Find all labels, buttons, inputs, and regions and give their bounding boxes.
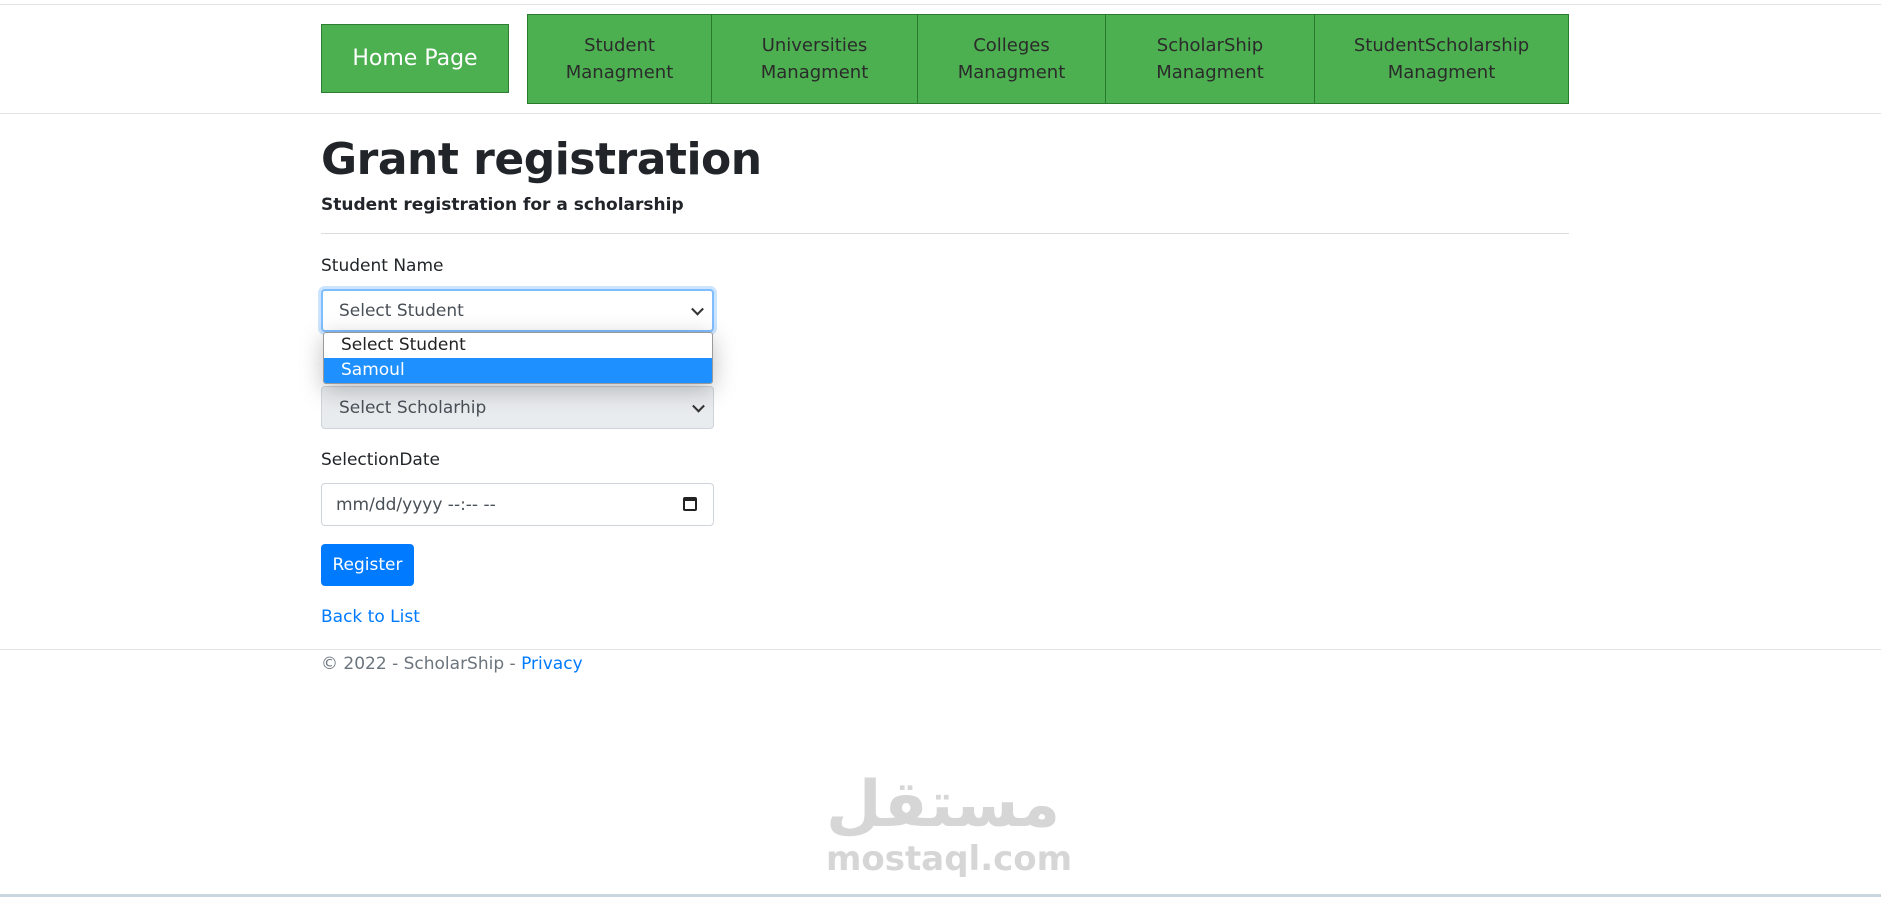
nav-scholarship-managment[interactable]: ScholarShip Managment	[1106, 14, 1315, 104]
footer: © 2022 - ScholarShip - Privacy	[321, 654, 583, 674]
selection-date-label: SelectionDate	[321, 450, 440, 470]
nav-student-managment[interactable]: Student Managment	[527, 14, 712, 104]
nav-universities-managment[interactable]: Universities Managment	[712, 14, 918, 104]
nav-colleges-managment[interactable]: Colleges Managment	[918, 14, 1106, 104]
student-name-label: Student Name	[321, 256, 444, 276]
title-divider	[321, 233, 1569, 234]
page-subtitle: Student registration for a scholarship	[321, 195, 684, 215]
student-name-select[interactable]: Select Student	[321, 289, 714, 332]
watermark-logo: مستقل mostaql.com	[826, 768, 1073, 879]
nav-label: ScholarShip Managment	[1156, 35, 1264, 83]
watermark-arabic-text: مستقل	[826, 768, 1061, 842]
home-page-button[interactable]: Home Page	[321, 24, 509, 93]
footer-divider	[0, 649, 1881, 650]
footer-copyright: © 2022 - ScholarShip -	[321, 654, 522, 674]
nav-label: Universities Managment	[760, 35, 869, 83]
date-placeholder: mm/dd/yyyy --:-- --	[336, 494, 496, 515]
nav-label: StudentScholarship Managment	[1353, 35, 1530, 83]
chevron-down-icon	[692, 399, 705, 413]
register-button[interactable]: Register	[321, 544, 414, 586]
nav-label: Colleges Managment	[957, 35, 1066, 83]
scholarship-select-value: Select Scholarhip	[339, 397, 487, 418]
chevron-down-icon	[691, 302, 704, 316]
page: Home Page Student Managment Universities…	[0, 0, 1881, 897]
watermark-latin-text: mostaql.com	[826, 839, 1073, 879]
main-nav: Student Managment Universities Managment…	[527, 14, 1569, 104]
back-to-list-link[interactable]: Back to List	[321, 607, 420, 627]
calendar-icon[interactable]	[683, 497, 697, 511]
selection-date-input[interactable]: mm/dd/yyyy --:-- --	[321, 483, 714, 526]
nav-studentscholarship-managment[interactable]: StudentScholarship Managment	[1315, 14, 1569, 104]
student-dropdown-list: Select Student Samoul	[323, 332, 713, 384]
dropdown-option[interactable]: Select Student	[324, 333, 712, 358]
nav-label: Student Managment	[565, 35, 674, 83]
privacy-link[interactable]: Privacy	[521, 654, 583, 674]
scholarship-select[interactable]: Select Scholarhip	[321, 386, 714, 429]
student-select-value: Select Student	[339, 300, 464, 321]
header: Home Page Student Managment Universities…	[0, 0, 1881, 114]
dropdown-option-highlighted[interactable]: Samoul	[324, 358, 712, 383]
page-title: Grant registration	[321, 134, 762, 185]
